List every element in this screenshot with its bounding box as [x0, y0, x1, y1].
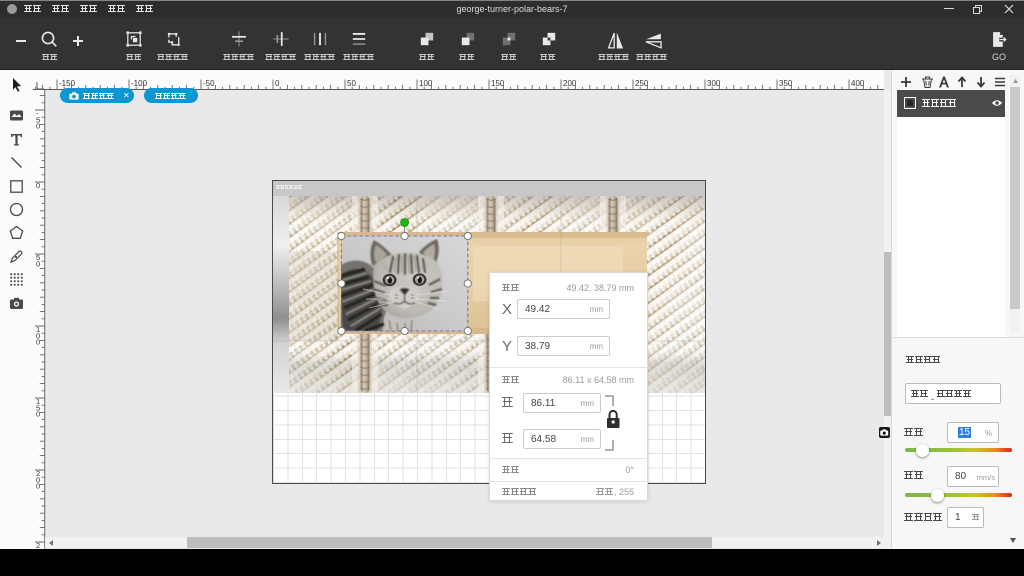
svg-text:350: 350 [779, 79, 793, 88]
svg-text:-150: -150 [59, 79, 76, 88]
svg-text:-100: -100 [131, 79, 148, 88]
svg-text:300: 300 [707, 79, 721, 88]
svg-text:0: 0 [36, 181, 40, 190]
svg-text:0: 0 [36, 259, 40, 268]
svg-text:-50: -50 [203, 79, 215, 88]
svg-text:100: 100 [419, 79, 433, 88]
svg-text:0: 0 [36, 482, 40, 491]
svg-text:150: 150 [491, 79, 505, 88]
svg-text:200: 200 [563, 79, 577, 88]
svg-text:250: 250 [635, 79, 649, 88]
svg-text:0: 0 [36, 338, 40, 347]
svg-text:0: 0 [36, 410, 40, 419]
svg-text:50: 50 [347, 79, 356, 88]
svg-text:0: 0 [275, 79, 280, 88]
svg-text:0: 0 [36, 122, 40, 131]
svg-text:400: 400 [851, 79, 865, 88]
